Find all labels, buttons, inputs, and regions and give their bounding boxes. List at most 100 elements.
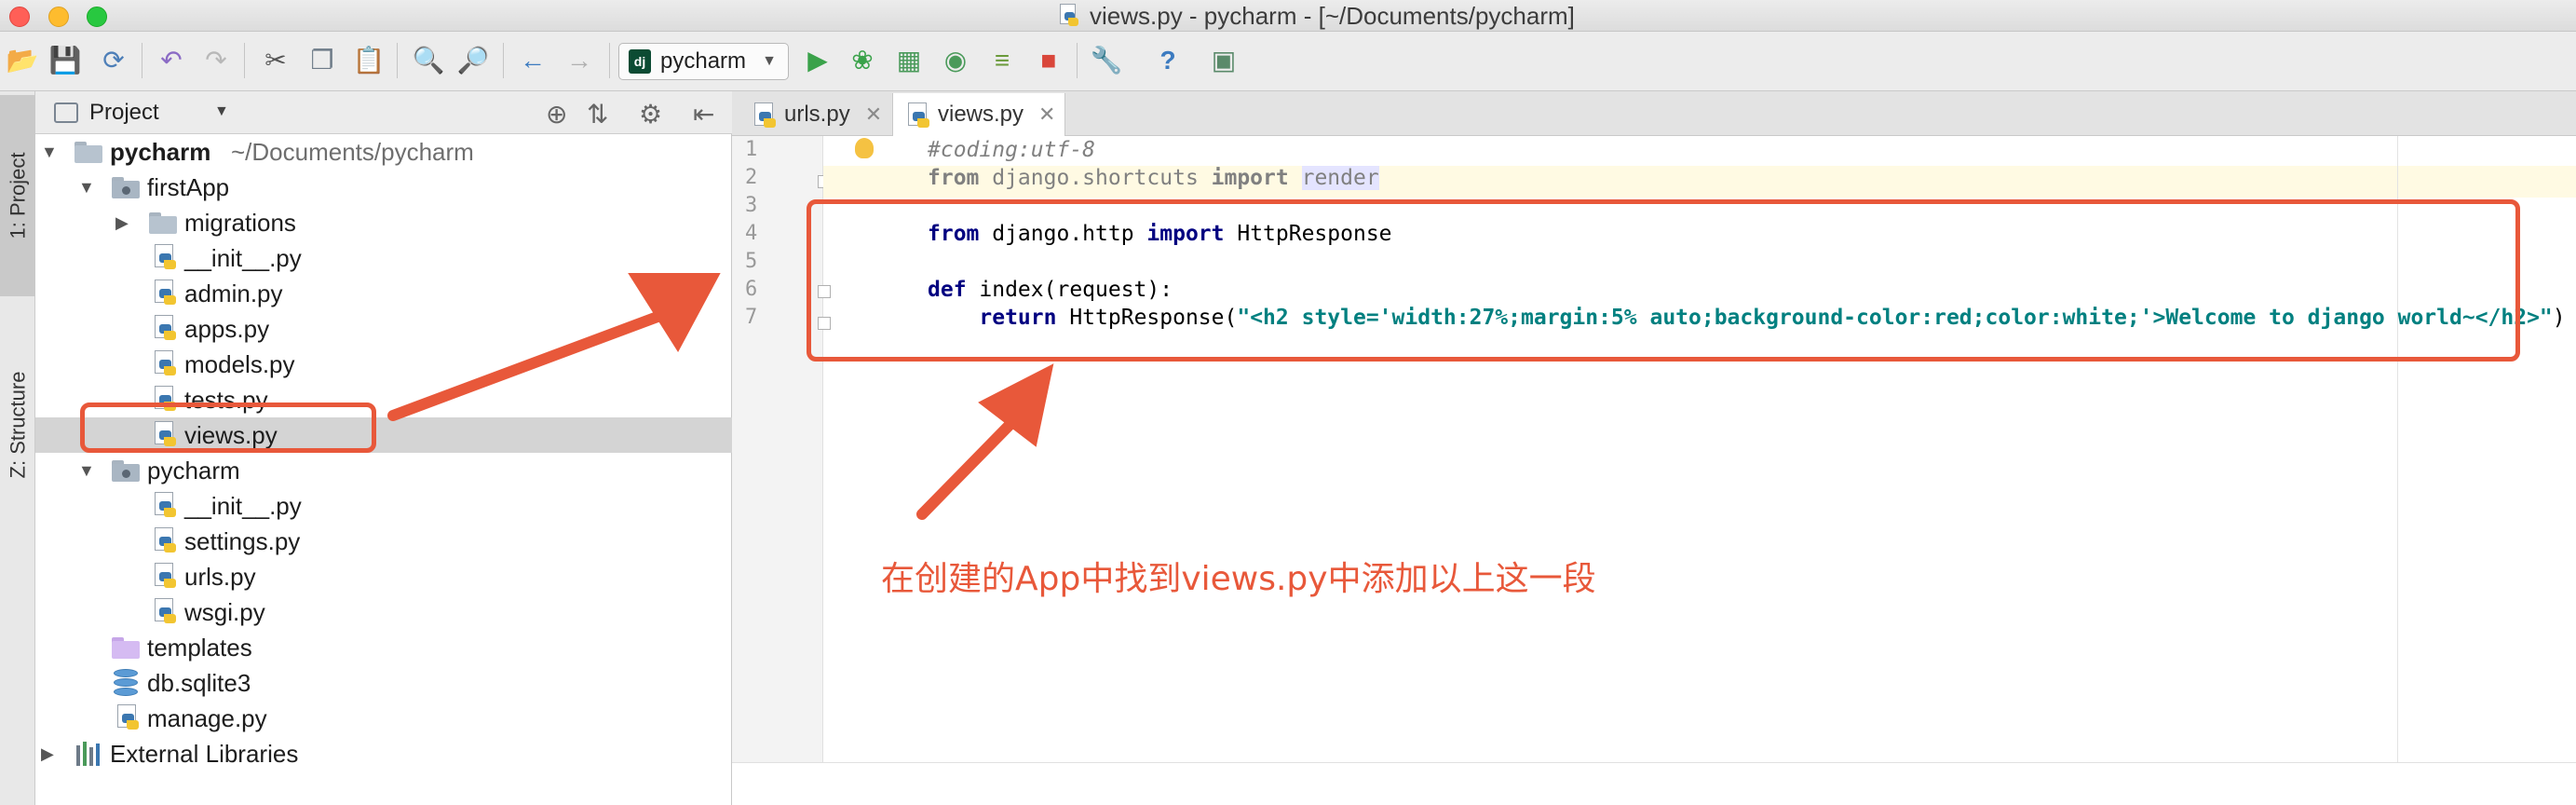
open-folder-icon[interactable]: 📂	[6, 44, 39, 77]
redo-icon[interactable]: ↷	[199, 44, 233, 77]
save-icon[interactable]: 💾	[48, 44, 82, 77]
tree-item-templates[interactable]: templates	[35, 630, 732, 665]
tree-path: ~/Documents/pycharm	[231, 137, 474, 166]
minimize-window-button[interactable]	[48, 7, 69, 27]
tree-item-file[interactable]: admin.py	[35, 276, 732, 311]
python-file-icon	[153, 492, 179, 520]
stop-icon[interactable]: ■	[1032, 44, 1065, 77]
python-file-icon	[153, 244, 179, 272]
gear-icon[interactable]: ⚙	[639, 99, 662, 130]
collapse-all-icon[interactable]: ⇅	[587, 99, 608, 130]
tree-item-file[interactable]: __init__.py	[35, 488, 732, 524]
expand-arrow-icon[interactable]: ▼	[78, 178, 95, 198]
line-number: 4	[745, 222, 758, 245]
lightbulb-icon[interactable]	[855, 138, 874, 158]
copy-icon[interactable]: ❐	[305, 44, 339, 77]
close-window-button[interactable]	[9, 7, 30, 27]
run-icon[interactable]: ▶	[801, 44, 834, 77]
code-line-1: #coding:utf-8	[928, 136, 1095, 164]
tree-item-file[interactable]: settings.py	[35, 524, 732, 559]
settings-wrench-icon[interactable]: 🔧	[1090, 44, 1123, 77]
library-icon	[76, 742, 104, 766]
left-tool-strip: 1: Project Z: Structure	[0, 91, 35, 805]
profile-icon[interactable]: ◉	[939, 44, 972, 77]
tree-label: __init__.py	[184, 491, 302, 520]
python-file-icon	[153, 350, 179, 378]
collapsed-arrow-icon[interactable]: ▶	[41, 744, 54, 764]
project-view-icon	[54, 102, 78, 123]
folder-icon	[149, 212, 177, 234]
tree-label: settings.py	[184, 526, 301, 555]
editor-bottom-strip	[732, 762, 2576, 805]
expand-arrow-icon[interactable]: ▼	[41, 143, 58, 162]
coverage-icon[interactable]: ▦	[892, 44, 926, 77]
tree-item-file[interactable]: __init__.py	[35, 240, 732, 276]
concurrency-icon[interactable]: ≡	[985, 44, 1019, 77]
editor-panel: urls.py ✕ views.py ✕ 1 2 3 4 5 6 7 #codi…	[732, 91, 2576, 805]
line-number: 2	[745, 166, 758, 189]
tree-label: models.py	[184, 349, 295, 378]
replace-icon[interactable]: 🔎	[456, 44, 490, 77]
module-folder-icon	[112, 460, 140, 482]
debug-icon[interactable]: ❀	[846, 44, 879, 77]
django-icon: dj	[629, 49, 651, 74]
python-file-icon	[752, 102, 776, 128]
keyword: from	[928, 166, 980, 190]
tree-item-migrations[interactable]: ▶ migrations	[35, 205, 732, 240]
tree-item-file[interactable]: wsgi.py	[35, 594, 732, 630]
python-file-icon	[153, 598, 179, 626]
tree-item-pycharm-module[interactable]: ▼ pycharm	[35, 453, 732, 488]
python-file-icon	[153, 315, 179, 343]
zoom-window-button[interactable]	[87, 7, 107, 27]
tree-item-file[interactable]: urls.py	[35, 559, 732, 594]
templates-folder-icon	[112, 637, 140, 659]
project-panel-title[interactable]: Project	[89, 100, 159, 126]
tree-label: db.sqlite3	[147, 668, 251, 697]
expand-arrow-icon[interactable]: ▼	[78, 461, 95, 481]
tree-item-database[interactable]: db.sqlite3	[35, 665, 732, 701]
tree-item-file[interactable]: manage.py	[35, 701, 732, 736]
tab-urls-py[interactable]: urls.py ✕	[739, 93, 890, 136]
tree-item-file[interactable]: apps.py	[35, 311, 732, 347]
sdk-icon[interactable]: ▣	[1207, 44, 1241, 77]
tab-label: views.py	[938, 102, 1024, 127]
tab-views-py[interactable]: views.py ✕	[892, 93, 1065, 136]
folder-icon	[75, 142, 102, 163]
back-icon[interactable]: ←	[516, 44, 549, 77]
tree-label: admin.py	[184, 279, 283, 307]
tree-item-external-libraries[interactable]: ▶ External Libraries	[35, 736, 732, 771]
tool-window-structure-tab[interactable]: Z: Structure	[0, 350, 35, 499]
paste-icon[interactable]: 📋	[352, 44, 386, 77]
tree-item-file[interactable]: models.py	[35, 347, 732, 382]
undo-icon[interactable]: ↶	[155, 44, 188, 77]
cut-icon[interactable]: ✂	[259, 44, 292, 77]
line-number: 6	[745, 278, 758, 301]
tree-label: apps.py	[184, 314, 270, 343]
forward-icon[interactable]: →	[563, 44, 596, 77]
tree-item-firstapp[interactable]: ▼ firstApp	[35, 170, 732, 205]
annotation-note: 在创建的App中找到views.py中添加以上这一段	[881, 560, 1596, 598]
run-configuration-label: pycharm	[660, 48, 747, 74]
highlight-box-views-file	[80, 402, 376, 453]
python-file-icon	[115, 704, 142, 732]
run-configuration-dropdown[interactable]: dj pycharm ▼	[618, 43, 789, 80]
module-name: django.shortcuts	[979, 166, 1212, 190]
tree-item-project-root[interactable]: ▼ pycharm ~/Documents/pycharm	[35, 134, 732, 170]
help-icon[interactable]: ?	[1151, 44, 1185, 77]
imported-name: render	[1301, 166, 1379, 190]
tree-label: templates	[147, 633, 252, 662]
window-title: views.py - pycharm - [~/Documents/pychar…	[1090, 1, 1575, 30]
hide-panel-icon[interactable]: ⇤	[693, 99, 714, 130]
sync-icon[interactable]: ⟳	[97, 44, 130, 77]
tool-window-project-tab[interactable]: 1: Project	[0, 95, 35, 296]
tree-label: pycharm	[110, 137, 211, 166]
chevron-down-icon[interactable]: ▼	[214, 103, 229, 120]
line-number: 3	[745, 194, 758, 217]
close-icon[interactable]: ✕	[1038, 102, 1055, 127]
tree-label: manage.py	[147, 703, 267, 732]
database-icon	[114, 669, 138, 697]
find-icon[interactable]: 🔍	[412, 44, 445, 77]
close-icon[interactable]: ✕	[865, 102, 882, 127]
scroll-from-source-icon[interactable]: ⊕	[546, 99, 567, 130]
collapsed-arrow-icon[interactable]: ▶	[115, 213, 129, 233]
